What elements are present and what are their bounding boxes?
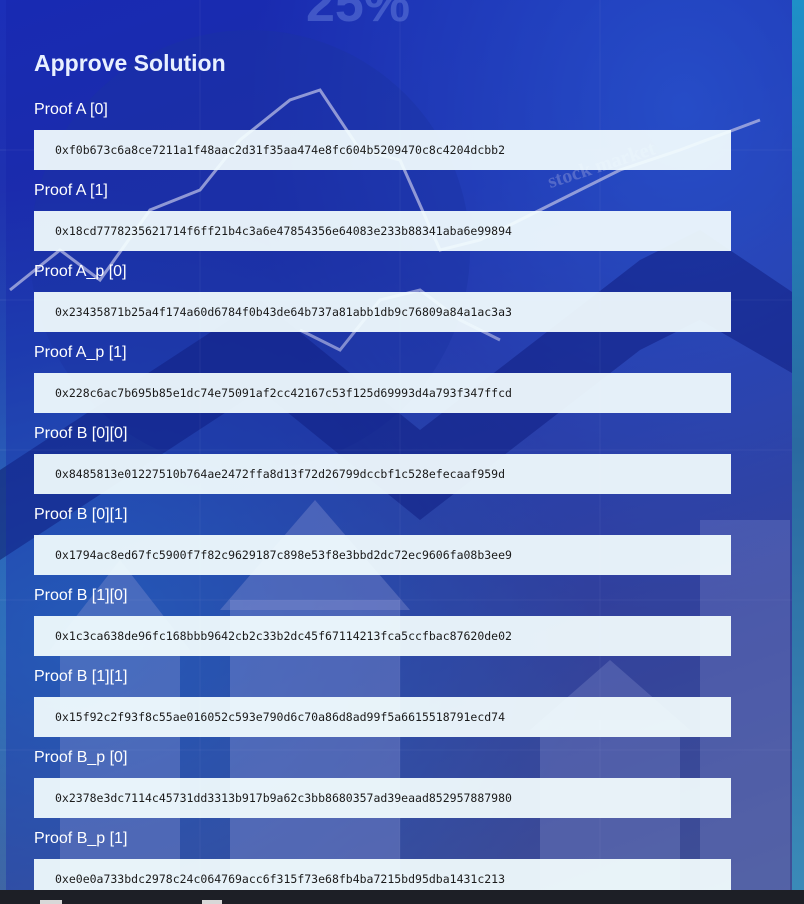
field-label-proof-b-0-1: Proof B [0][1] xyxy=(34,506,128,523)
taskbar-window-icon[interactable] xyxy=(40,900,62,904)
page-title: Approve Solution xyxy=(34,50,226,76)
taskbar-file-icon[interactable] xyxy=(202,900,222,904)
proof-a-1-input[interactable] xyxy=(34,211,731,251)
field-label-proof-b-p-0: Proof B_p [0] xyxy=(34,749,128,766)
taskbar xyxy=(0,890,804,904)
field-label-proof-a-0: Proof A [0] xyxy=(34,101,108,118)
field-label-proof-b-1-0: Proof B [1][0] xyxy=(34,587,128,604)
proof-b-0-0-input[interactable] xyxy=(34,454,731,494)
field-label-proof-a-p-0: Proof A_p [0] xyxy=(34,263,127,280)
field-label-proof-b-p-1: Proof B_p [1] xyxy=(34,830,128,847)
proof-b-p-1-input[interactable] xyxy=(34,859,731,890)
approve-solution-panel: Approve Solution Proof A [0] Proof A [1]… xyxy=(6,0,792,890)
proof-a-p-1-input[interactable] xyxy=(34,373,731,413)
field-label-proof-a-1: Proof A [1] xyxy=(34,182,108,199)
proof-b-0-1-input[interactable] xyxy=(34,535,731,575)
field-label-proof-b-0-0: Proof B [0][0] xyxy=(34,425,128,442)
proof-b-p-0-input[interactable] xyxy=(34,778,731,818)
field-label-proof-a-p-1: Proof A_p [1] xyxy=(34,344,127,361)
proof-a-0-input[interactable] xyxy=(34,130,731,170)
right-edge-strip xyxy=(792,0,804,890)
proof-a-p-0-input[interactable] xyxy=(34,292,731,332)
field-label-proof-b-1-1: Proof B [1][1] xyxy=(34,668,128,685)
proof-b-1-1-input[interactable] xyxy=(34,697,731,737)
proof-b-1-0-input[interactable] xyxy=(34,616,731,656)
